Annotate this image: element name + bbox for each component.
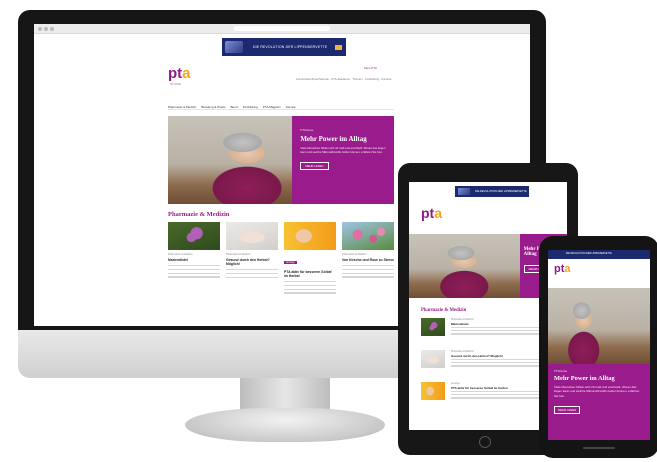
ad-label: Anzeige bbox=[284, 261, 297, 264]
nav-item-pharmazie[interactable]: Pharmazie & Medizin bbox=[168, 105, 196, 109]
article-category: Pharmazie & Medizin bbox=[451, 318, 474, 321]
article-image-face bbox=[421, 382, 445, 400]
monitor-stand-foot bbox=[185, 408, 385, 442]
logo-accent: a bbox=[434, 205, 443, 221]
article-excerpt bbox=[284, 281, 336, 294]
phone-site-logo[interactable]: pta bbox=[554, 264, 571, 275]
ad-text: DIE REVOLUTION DER LIPPENSERVETTE bbox=[253, 45, 328, 49]
article-title[interactable]: Von Kirsche und Rose zu Stress bbox=[342, 258, 394, 262]
article-title[interactable]: Mariendistel bbox=[451, 322, 469, 326]
tablet-home-button[interactable] bbox=[479, 436, 491, 448]
article-image-hands bbox=[421, 350, 445, 368]
ad-badge bbox=[335, 44, 342, 50]
logo-text: pt bbox=[554, 263, 565, 275]
article-category: Pharmazie & Medizin bbox=[451, 350, 474, 353]
article-excerpt bbox=[168, 265, 220, 278]
window-close-icon[interactable] bbox=[38, 27, 42, 31]
hero-kicker: PTAheute bbox=[554, 369, 568, 373]
tablet-ad-banner[interactable]: DIE REVOLUTION DER LIPPENSERVETTE bbox=[455, 186, 529, 197]
article-image-flowers bbox=[342, 222, 394, 250]
phone-hero-image[interactable] bbox=[548, 288, 650, 364]
article-category: Pharmazie & Medizin bbox=[226, 253, 251, 256]
phone-home-indicator bbox=[583, 447, 615, 449]
section-title: Pharmazie & Medizin bbox=[168, 211, 230, 218]
hero-read-more-button[interactable]: MEHR LESEN bbox=[554, 406, 581, 415]
nav-item-magazin[interactable]: PTA-Magazin bbox=[263, 105, 281, 109]
article-title[interactable]: PTA aktiv für besseren Schlaf im Herbst bbox=[451, 386, 508, 390]
article-excerpt bbox=[342, 265, 394, 278]
logo-accent: a bbox=[182, 65, 191, 82]
site-logo[interactable]: pta bbox=[168, 66, 191, 81]
login-link[interactable]: Mein PTA bbox=[364, 66, 377, 70]
hero-kicker: PTAheute bbox=[300, 128, 314, 132]
nav-item-beratung[interactable]: Beratung & Praxis bbox=[201, 105, 225, 109]
ad-text: DIE REVOLUTION DER LIPPENSERVETTE bbox=[566, 253, 612, 255]
browser-chrome bbox=[34, 24, 530, 34]
hero-text-panel: PTAheute Mehr Power im Alltag Viele Mens… bbox=[292, 116, 394, 204]
header-meta-links[interactable]: Arzneimittel-Sprechstunde · PTA-Akademie… bbox=[296, 77, 392, 81]
nav-item-service[interactable]: Service bbox=[286, 105, 296, 109]
window-minimize-icon[interactable] bbox=[44, 27, 48, 31]
ad-product-image bbox=[458, 188, 470, 195]
logo-accent: a bbox=[564, 263, 571, 275]
device-mockup-stage: DIE REVOLUTION DER LIPPENSERVETTE pta IN… bbox=[0, 0, 657, 462]
ad-banner[interactable]: DIE REVOLUTION DER LIPPENSERVETTE bbox=[222, 38, 346, 56]
article-image-thistle bbox=[168, 222, 220, 250]
article-card[interactable]: Pharmazie & Medizin Mariendistel bbox=[168, 222, 220, 280]
article-category: Anzeige bbox=[451, 382, 460, 385]
article-title[interactable]: PTA aktiv für besseren Schlaf im Herbst bbox=[284, 270, 336, 278]
hero-title: Mehr Power im Alltag bbox=[300, 135, 367, 143]
address-bar[interactable] bbox=[234, 26, 330, 31]
article-image-hands bbox=[226, 222, 278, 250]
ad-text: DIE REVOLUTION DER LIPPENSERVETTE bbox=[475, 190, 527, 193]
article-excerpt bbox=[226, 269, 278, 278]
phone-screen: DIE REVOLUTION DER LIPPENSERVETTE pta PT… bbox=[548, 250, 650, 440]
window-maximize-icon[interactable] bbox=[50, 27, 54, 31]
article-title[interactable]: Gesund durch den Herbst? Möglich! bbox=[451, 354, 503, 358]
article-card[interactable]: Pharmazie & Medizin Von Kirsche und Rose… bbox=[342, 222, 394, 280]
article-image-face bbox=[284, 222, 336, 250]
hero-body: Viele Menschen fühlen sich oft matt und … bbox=[300, 146, 386, 154]
article-title[interactable]: Mariendistel bbox=[168, 258, 220, 262]
tablet-section-title: Pharmazie & Medizin bbox=[421, 308, 467, 313]
article-image-thistle bbox=[421, 318, 445, 336]
logo-subline: IN LOVE bbox=[170, 82, 182, 86]
logo-text: pt bbox=[168, 65, 183, 82]
phone-ad-banner[interactable]: DIE REVOLUTION DER LIPPENSERVETTE bbox=[548, 250, 650, 259]
phone-hero-text-panel: PTAheute Mehr Power im Alltag Viele Mens… bbox=[548, 364, 650, 440]
article-card[interactable]: Anzeige PTA aktiv für besseren Schlaf im… bbox=[284, 222, 336, 296]
article-card[interactable]: Pharmazie & Medizin Gesund durch den Her… bbox=[226, 222, 278, 280]
main-navigation: Pharmazie & Medizin Beratung & Praxis Be… bbox=[168, 104, 394, 110]
article-category: Pharmazie & Medizin bbox=[168, 253, 193, 256]
hero-teaser[interactable]: PTAheute Mehr Power im Alltag Viele Mens… bbox=[168, 116, 394, 204]
ad-product-image bbox=[225, 41, 243, 53]
hero-photo-woman bbox=[548, 288, 650, 364]
hero-title: Mehr Power im Alltag bbox=[554, 375, 615, 382]
logo-text: pt bbox=[421, 205, 435, 221]
tablet-site-logo[interactable]: pta bbox=[421, 206, 442, 220]
nav-item-beruf[interactable]: Beruf bbox=[231, 105, 238, 109]
article-title[interactable]: Gesund durch den Herbst? Möglich! bbox=[226, 258, 278, 266]
article-category: Pharmazie & Medizin bbox=[342, 253, 367, 256]
nav-item-fortbildung[interactable]: Fortbildung bbox=[243, 105, 258, 109]
hero-body: Viele Menschen fühlen sich oft matt und … bbox=[554, 385, 640, 398]
hero-read-more-button[interactable]: MEHR LESEN bbox=[300, 162, 329, 170]
